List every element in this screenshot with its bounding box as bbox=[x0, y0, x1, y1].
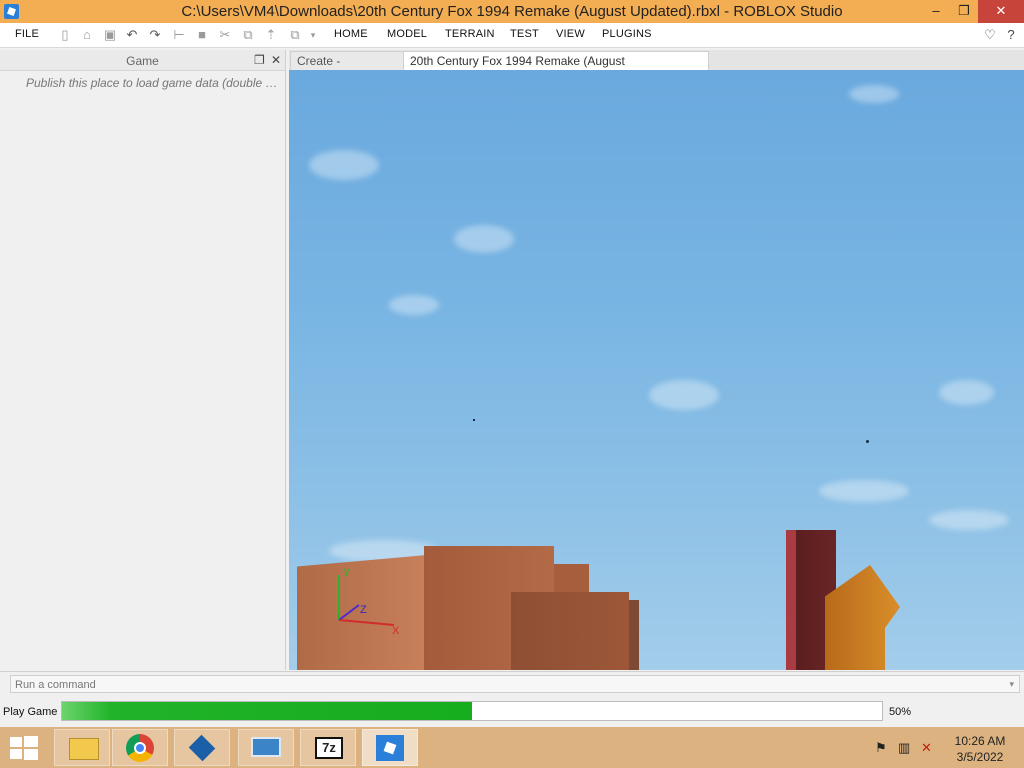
7zip-icon: 7z bbox=[315, 737, 343, 759]
roblox-studio-icon bbox=[376, 735, 404, 761]
cloud bbox=[389, 295, 439, 315]
cloud bbox=[649, 380, 719, 410]
duplicate-icon[interactable]: ⧉ bbox=[288, 28, 302, 42]
z-axis-label: Z bbox=[360, 604, 367, 616]
brown-block-edge bbox=[629, 600, 639, 670]
open-file-icon[interactable]: ⌂ bbox=[80, 28, 94, 42]
publish-message[interactable]: Publish this place to load game data (do… bbox=[26, 76, 280, 90]
cloud bbox=[309, 150, 379, 180]
progress-row: Play Game 50% bbox=[0, 697, 1024, 727]
game-panel-header: Game ❐ ✕ bbox=[0, 50, 285, 71]
cloud bbox=[849, 85, 899, 103]
sky-dot bbox=[866, 440, 869, 443]
restore-button[interactable]: ❐ bbox=[950, 0, 978, 23]
windows-start-icon[interactable] bbox=[10, 736, 38, 760]
x-axis-line bbox=[338, 619, 395, 626]
menu-home[interactable]: HOME bbox=[334, 28, 368, 40]
cloud bbox=[929, 510, 1009, 530]
sky-dot bbox=[473, 419, 475, 421]
paste-icon[interactable]: ⇡ bbox=[264, 28, 278, 42]
network-icon[interactable]: ▥ bbox=[898, 740, 910, 756]
progress-bar bbox=[61, 701, 883, 721]
chrome-taskbar-button[interactable] bbox=[112, 729, 168, 766]
z-axis-line bbox=[338, 604, 360, 621]
system-clock[interactable]: 10:26 AM 3/5/2022 bbox=[950, 733, 1010, 765]
menu-file[interactable]: FILE bbox=[15, 28, 39, 40]
title-bar: C:\Users\VM4\Downloads\20th Century Fox … bbox=[0, 0, 1024, 23]
x-axis-label: X bbox=[392, 625, 400, 637]
customize-dropdown-icon[interactable]: ▾ bbox=[306, 28, 320, 42]
progress-percent: 50% bbox=[889, 706, 912, 718]
progress-fill bbox=[62, 702, 472, 720]
undo-icon[interactable]: ↶ bbox=[125, 28, 139, 42]
close-button[interactable]: ✕ bbox=[978, 0, 1024, 23]
document-tabs: Create - Roblox✕ 20th Century Fox 1994 R… bbox=[289, 50, 1024, 87]
menu-view[interactable]: VIEW bbox=[556, 28, 585, 40]
command-input[interactable]: Run a command bbox=[10, 675, 1020, 693]
menu-bar: FILE ▯ ⌂ ▣ ↶ ↷ ⊢ ■ ✂ ⧉ ⇡ ⧉ ▾ HOME MODEL … bbox=[0, 23, 1024, 48]
group-icon[interactable]: ⊢ bbox=[172, 28, 186, 42]
redo-icon[interactable]: ↷ bbox=[148, 28, 162, 42]
copy-icon[interactable]: ⧉ bbox=[241, 28, 255, 42]
cut-icon[interactable]: ✂ bbox=[218, 28, 232, 42]
control-panel-icon bbox=[251, 737, 281, 757]
menu-model[interactable]: MODEL bbox=[387, 28, 427, 40]
y-axis-label: Y bbox=[343, 567, 351, 579]
control-panel-taskbar-button[interactable] bbox=[238, 729, 294, 766]
progress-label: Play Game bbox=[3, 706, 58, 718]
brown-block-front bbox=[511, 592, 629, 670]
cloud bbox=[819, 480, 909, 502]
save-icon[interactable]: ▣ bbox=[103, 28, 117, 42]
stop-icon[interactable]: ■ bbox=[195, 28, 209, 42]
window-title: C:\Users\VM4\Downloads\20th Century Fox … bbox=[181, 3, 843, 20]
tab-place-file[interactable]: 20th Century Fox 1994 Remake (August Upd… bbox=[403, 51, 709, 87]
game-panel: Game ❐ ✕ Publish this place to load game… bbox=[0, 50, 286, 670]
menu-test[interactable]: TEST bbox=[510, 28, 539, 40]
new-file-icon[interactable]: ▯ bbox=[58, 28, 72, 42]
menu-plugins[interactable]: PLUGINS bbox=[602, 28, 652, 40]
chrome-icon bbox=[126, 734, 154, 762]
tab-create-roblox[interactable]: Create - Roblox✕ bbox=[290, 51, 404, 87]
clock-time: 10:26 AM bbox=[954, 734, 1006, 748]
cloud bbox=[939, 380, 994, 405]
volume-muted-icon[interactable]: ✕ bbox=[921, 740, 932, 756]
folder-icon bbox=[69, 738, 99, 760]
command-bar: Run a command ▾ bbox=[0, 671, 1024, 698]
clock-date: 3/5/2022 bbox=[956, 750, 1004, 764]
close-panel-icon[interactable]: ✕ bbox=[271, 53, 281, 67]
virtualbox-taskbar-button[interactable] bbox=[174, 729, 230, 766]
game-panel-title: Game bbox=[126, 54, 159, 68]
taskbar: 7z ⚑ ▥ ✕ 10:26 AM 3/5/2022 bbox=[0, 727, 1024, 768]
virtualbox-icon bbox=[188, 734, 216, 762]
roblox-studio-taskbar-button[interactable] bbox=[362, 729, 418, 766]
minimize-button[interactable]: – bbox=[922, 0, 950, 23]
cloud bbox=[454, 225, 514, 253]
float-panel-icon[interactable]: ❐ bbox=[254, 53, 265, 67]
help-icon[interactable]: ? bbox=[1004, 28, 1018, 42]
3d-viewport[interactable]: Y Z X bbox=[289, 70, 1024, 670]
action-center-flag-icon[interactable]: ⚑ bbox=[875, 740, 887, 756]
menu-terrain[interactable]: TERRAIN bbox=[445, 28, 495, 40]
command-dropdown-icon[interactable]: ▾ bbox=[1009, 679, 1014, 690]
file-explorer-taskbar-button[interactable] bbox=[54, 729, 110, 766]
7zip-taskbar-button[interactable]: 7z bbox=[300, 729, 356, 766]
orange-block bbox=[825, 565, 900, 670]
collapse-ribbon-icon[interactable]: ♡ bbox=[983, 28, 997, 42]
